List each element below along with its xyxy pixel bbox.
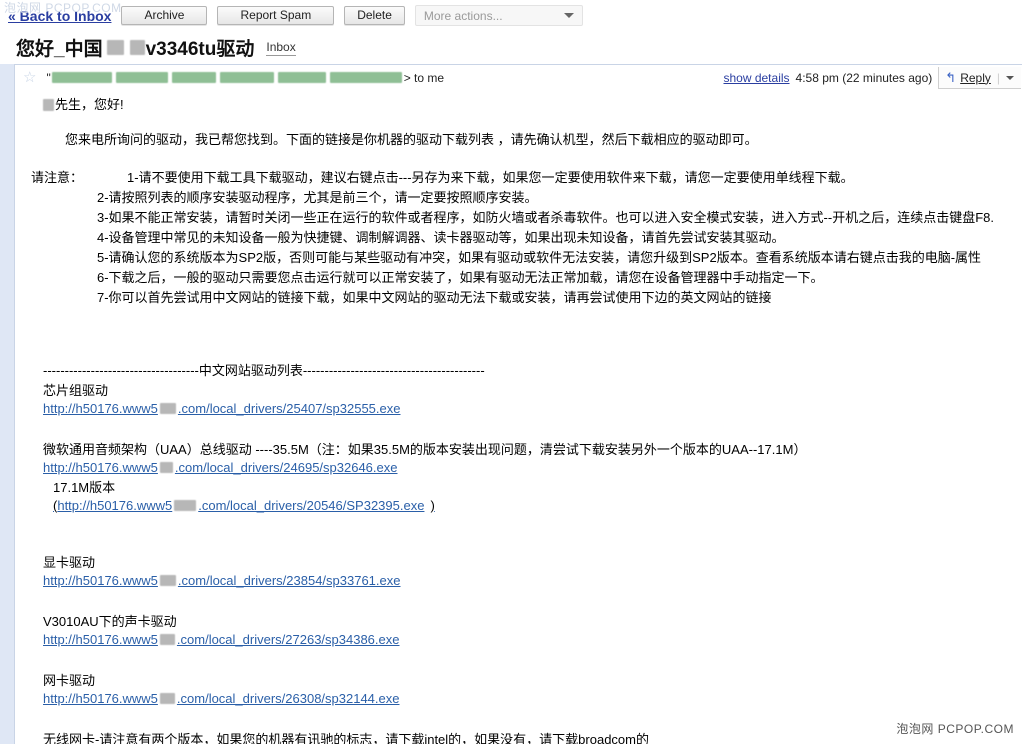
redacted-domain bbox=[159, 693, 175, 704]
notice-item: 2-请按照列表的顺序安装驱动程序，尤其是前三个，请一定要按照顺序安装。 bbox=[97, 190, 538, 205]
link-suffix: .com/local_drivers/26308/sp32144.exe bbox=[176, 691, 400, 706]
link-suffix: .com/local_drivers/23854/sp33761.exe bbox=[177, 573, 401, 588]
label-inbox[interactable]: Inbox bbox=[266, 40, 296, 56]
redacted-block bbox=[106, 40, 124, 55]
delete-button[interactable]: Delete bbox=[344, 6, 405, 25]
notice-item: 5-请确认您的系统版本为SP2版，否则可能与某些驱动有冲突，如果有驱动或软件无法… bbox=[97, 250, 982, 265]
notice-item: 4-设备管理中常见的未知设备一般为快捷键、调制解调器、读卡器驱动等，如果出现未知… bbox=[97, 230, 785, 245]
chevron-down-icon[interactable] bbox=[1006, 75, 1014, 80]
show-details-link[interactable]: show details bbox=[723, 71, 789, 85]
driver-link-uaa[interactable]: http://h50176.www5 .com/local_drivers/24… bbox=[43, 461, 1022, 474]
reply-label: Reply bbox=[960, 70, 991, 85]
driver-link-network[interactable]: http://h50176.www5 .com/local_drivers/26… bbox=[43, 692, 1022, 705]
reply-separator: | bbox=[996, 70, 1000, 85]
sender-to-me: > to me bbox=[403, 70, 445, 85]
redacted-block bbox=[43, 98, 54, 111]
sender-address: " > to me bbox=[46, 71, 444, 85]
section-divider: ------------------------------------中文网站… bbox=[43, 363, 485, 378]
body-notice-first-row: 请注意： 1-请不要使用下载工具下载驱动，建议右键点击---另存为来下载，如果您… bbox=[31, 171, 1022, 184]
report-spam-button[interactable]: Report Spam bbox=[217, 6, 335, 25]
redacted-block bbox=[129, 40, 145, 55]
driver-link-audio[interactable]: http://h50176.www5 .com/local_drivers/27… bbox=[43, 633, 1022, 646]
body-greeting: 先生，您好! bbox=[55, 97, 124, 112]
reply-arrow-icon: ↰ bbox=[945, 69, 957, 85]
archive-button[interactable]: Archive bbox=[121, 6, 208, 25]
link-prefix: http://h50176.www5 bbox=[43, 401, 158, 416]
close-paren: ) bbox=[430, 498, 435, 513]
message-timestamp: 4:58 pm (22 minutes ago) bbox=[795, 71, 933, 85]
reply-button[interactable]: ↰ Reply | bbox=[938, 67, 1021, 89]
subject-text-after: v3346tu驱动 bbox=[145, 39, 255, 60]
link-suffix: .com/local_drivers/24695/sp32646.exe bbox=[174, 460, 398, 475]
body-intro: 您来电所询问的驱动，我已帮您找到。下面的链接是你机器的驱动下载列表 ，请先确认机… bbox=[65, 132, 758, 147]
link-suffix: .com/local_drivers/25407/sp32555.exe bbox=[177, 401, 401, 416]
link-suffix: .com/local_drivers/20546/SP32395.exe bbox=[198, 498, 425, 513]
subject-text-before: 您好_中国 bbox=[16, 39, 103, 60]
back-to-inbox-link[interactable]: « Back to Inbox bbox=[8, 8, 111, 24]
message-panel: ☆ " > to me show details 4:58 pm (22 min… bbox=[14, 64, 1022, 744]
driver-link-graphics[interactable]: http://h50176.www5 .com/local_drivers/23… bbox=[43, 574, 1022, 587]
more-actions-dropdown[interactable]: More actions... bbox=[414, 5, 583, 26]
uaa-alt-version-label: 17.1M版本 bbox=[53, 480, 116, 495]
redacted-domain bbox=[159, 462, 173, 473]
star-icon[interactable]: ☆ bbox=[23, 70, 36, 85]
section-title-graphics: 显卡驱动 bbox=[43, 555, 96, 570]
message-header-right: show details 4:58 pm (22 minutes ago) ↰ … bbox=[723, 67, 1021, 89]
redacted-domain bbox=[159, 575, 176, 586]
link-suffix: .com/local_drivers/27263/sp34386.exe bbox=[176, 632, 400, 647]
notice-item: 6-下载之后，一般的驱动只需要您点击运行就可以正常安装了，如果有驱动无法正常加载… bbox=[97, 270, 824, 285]
page-title: 您好_中国 v3346tu驱动 Inbox bbox=[16, 34, 296, 61]
driver-link-uaa-alt[interactable]: ( http://h50176.www5 .com/local_drivers/… bbox=[53, 499, 1022, 512]
notice-item: 7-你可以首先尝试用中文网站的链接下载，如果中文网站的驱动无法下载或安装，请再尝… bbox=[97, 290, 772, 305]
section-title-audio: V3010AU下的声卡驱动 bbox=[43, 614, 177, 629]
link-prefix: http://h50176.www5 bbox=[43, 691, 158, 706]
driver-link-chipset[interactable]: http://h50176.www5 .com/local_drivers/25… bbox=[43, 402, 1022, 415]
sender-quote: " bbox=[46, 70, 51, 85]
message-header: ☆ " > to me show details 4:58 pm (22 min… bbox=[15, 65, 1022, 90]
redacted-sender-part bbox=[171, 72, 216, 83]
section-title-chipset: 芯片组驱动 bbox=[43, 383, 109, 398]
redacted-sender-part bbox=[51, 72, 112, 83]
subject-bar: 您好_中国 v3346tu驱动 Inbox bbox=[0, 31, 1022, 64]
notice-item: 1-请不要使用下载工具下载驱动，建议右键点击---另存为来下载，如果您一定要使用… bbox=[127, 170, 854, 185]
redacted-sender-part bbox=[115, 72, 168, 83]
redacted-sender-part bbox=[329, 72, 402, 83]
redacted-sender-part bbox=[219, 72, 274, 83]
section-title-network: 网卡驱动 bbox=[43, 673, 96, 688]
watermark-bottom: 泡泡网 PCPOP.COM bbox=[896, 722, 1014, 736]
link-prefix: http://h50176.www5 bbox=[43, 460, 158, 475]
redacted-sender-part bbox=[277, 72, 326, 83]
uaa-note: 微软通用音频架构（UAA）总线驱动 ----35.5M（注：如果35.5M的版本… bbox=[43, 442, 807, 457]
body-last-line: 无线网卡-请注意有两个版本，如果您的机器有讯驰的标志，请下载intel的，如果没… bbox=[43, 732, 649, 744]
email-page: « Back to Inbox Archive Report Spam Dele… bbox=[0, 0, 1022, 744]
message-body: 先生，您好! 您来电所询问的驱动，我已帮您找到。下面的链接是你机器的驱动下载列表… bbox=[15, 90, 1022, 744]
body-greeting-line: 先生，您好! bbox=[43, 98, 1022, 111]
redacted-domain bbox=[174, 500, 197, 511]
more-actions-label: More actions... bbox=[423, 8, 503, 23]
link-prefix: http://h50176.www5 bbox=[43, 573, 158, 588]
redacted-domain bbox=[159, 634, 175, 645]
chevron-down-icon bbox=[563, 13, 574, 18]
link-prefix: http://h50176.www5 bbox=[57, 498, 173, 513]
notice-label: 请注意： bbox=[31, 170, 84, 185]
toolbar: « Back to Inbox Archive Report Spam Dele… bbox=[0, 0, 1022, 31]
redacted-domain bbox=[159, 403, 176, 414]
link-prefix: http://h50176.www5 bbox=[43, 632, 158, 647]
notice-item: 3-如果不能正常安装，请暂时关闭一些正在运行的软件或者程序，如防火墙或者杀毒软件… bbox=[97, 210, 995, 225]
